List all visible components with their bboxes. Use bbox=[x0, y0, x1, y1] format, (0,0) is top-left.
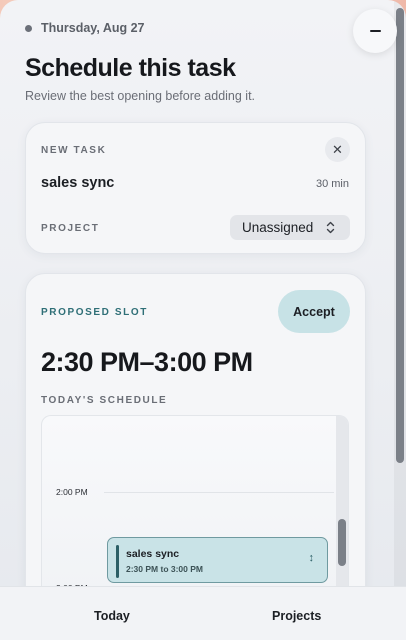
tab-today[interactable]: Today bbox=[94, 609, 130, 623]
panel-scrollbar-thumb[interactable] bbox=[396, 8, 404, 463]
todays-schedule-label: TODAY'S SCHEDULE bbox=[41, 395, 168, 406]
accept-button[interactable]: Accept bbox=[278, 290, 350, 333]
proposed-slot-time: 2:30 PM–3:00 PM bbox=[41, 347, 253, 377]
resize-icon[interactable]: ↕ bbox=[309, 552, 315, 564]
minus-icon bbox=[369, 30, 381, 32]
schedule-panel: Thursday, Aug 27 Schedule this task Revi… bbox=[0, 0, 406, 640]
project-label: PROJECT bbox=[41, 223, 100, 234]
collapse-button[interactable] bbox=[353, 9, 397, 53]
new-task-card: NEW TASK ✕ sales sync 30 min PROJECT Una… bbox=[25, 122, 366, 254]
proposed-event-block[interactable]: sales sync 2:30 PM to 3:00 PM ↕ bbox=[107, 537, 328, 583]
tab-projects[interactable]: Projects bbox=[272, 609, 321, 623]
proposed-slot-eyebrow: PROPOSED SLOT bbox=[41, 307, 148, 318]
date-label: Thursday, Aug 27 bbox=[41, 21, 145, 35]
event-accent-bar bbox=[116, 545, 119, 578]
proposed-slot-card: PROPOSED SLOT Accept 2:30 PM–3:00 PM TOD… bbox=[25, 273, 366, 615]
date-row: Thursday, Aug 27 bbox=[25, 21, 145, 35]
task-name: sales sync bbox=[41, 175, 115, 191]
hour-line bbox=[104, 492, 334, 493]
schedule-timeline[interactable]: 2:00 PM 3:00 PM sales sync 2:30 PM to 3:… bbox=[41, 415, 349, 615]
event-title: sales sync bbox=[126, 548, 180, 560]
page-subtitle: Review the best opening before adding it… bbox=[25, 89, 256, 103]
project-select-value: Unassigned bbox=[242, 220, 314, 235]
close-icon: ✕ bbox=[332, 141, 343, 157]
time-label-2pm: 2:00 PM bbox=[56, 487, 88, 497]
project-select[interactable]: Unassigned bbox=[230, 215, 350, 240]
close-task-button[interactable]: ✕ bbox=[325, 137, 350, 162]
task-duration: 30 min bbox=[315, 178, 349, 190]
event-time-range: 2:30 PM to 3:00 PM bbox=[126, 564, 203, 574]
chevron-up-down-icon bbox=[327, 221, 335, 234]
date-dot-icon bbox=[25, 24, 32, 32]
panel-scrollbar[interactable] bbox=[394, 0, 406, 586]
bottom-nav: Today Projects bbox=[0, 586, 406, 640]
schedule-scrollbar-thumb[interactable] bbox=[338, 519, 346, 566]
page-title: Schedule this task bbox=[25, 54, 236, 82]
new-task-eyebrow: NEW TASK bbox=[41, 145, 107, 156]
